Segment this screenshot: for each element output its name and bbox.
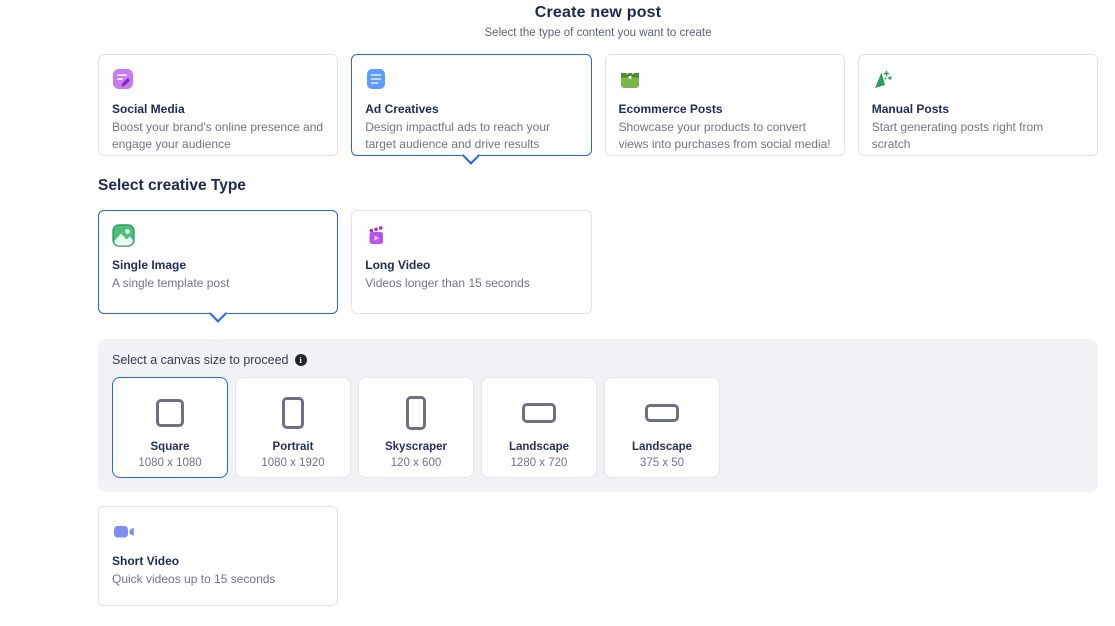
card-title: Long Video: [365, 258, 577, 272]
canvas-size-label: Select a canvas size to proceed: [112, 353, 289, 367]
card-title: Ad Creatives: [365, 102, 577, 116]
square-shape-icon: [156, 391, 184, 435]
card-description: Videos longer than 15 seconds: [365, 275, 577, 292]
card-description: A single template post: [112, 275, 324, 292]
clapperboard-icon: [365, 223, 577, 247]
size-dimensions: 375 x 50: [640, 457, 684, 469]
card-description: Start generating posts right from scratc…: [872, 119, 1084, 153]
creative-type-row: Single Image A single template post Long…: [98, 210, 1098, 314]
portrait-shape-icon: [282, 391, 304, 435]
creative-type-heading: Select creative Type: [98, 177, 1098, 195]
card-single-image[interactable]: Single Image A single template post: [98, 210, 338, 314]
magic-wand-icon: [872, 67, 1084, 91]
card-title: Ecommerce Posts: [619, 102, 831, 116]
size-dimensions: 1280 x 720: [511, 457, 568, 469]
size-dimensions: 1080 x 1080: [138, 457, 201, 469]
note-pencil-icon: [112, 67, 324, 91]
image-icon: [112, 223, 324, 247]
card-social-media[interactable]: Social Media Boost your brand's online p…: [98, 54, 338, 156]
ad-document-icon: [365, 67, 577, 91]
size-card-skyscraper[interactable]: Skyscraper 120 x 600: [358, 377, 474, 478]
canvas-size-panel: Select a canvas size to proceed i Square…: [98, 339, 1098, 492]
card-description: Showcase your products to convert views …: [619, 119, 831, 153]
create-post-page: Create new post Select the type of conte…: [98, 0, 1098, 606]
size-card-landscape-1280[interactable]: Landscape 1280 x 720: [481, 377, 597, 478]
card-description: Boost your brand's online presence and e…: [112, 119, 324, 153]
card-description: Design impactful ads to reach your targe…: [365, 119, 577, 153]
canvas-size-label-row: Select a canvas size to proceed i: [112, 353, 1084, 367]
size-card-portrait[interactable]: Portrait 1080 x 1920: [235, 377, 351, 478]
card-title: Single Image: [112, 258, 324, 272]
canvas-size-row: Square 1080 x 1080 Portrait 1080 x 1920 …: [112, 377, 1084, 478]
size-dimensions: 120 x 600: [391, 457, 442, 469]
size-name: Portrait: [273, 441, 314, 453]
shopping-bag-icon: [619, 67, 831, 91]
short-video-row: Short Video Quick videos up to 15 second…: [98, 506, 1098, 606]
card-title: Social Media: [112, 102, 324, 116]
card-title: Short Video: [112, 554, 324, 568]
page-subtitle: Select the type of content you want to c…: [98, 27, 1098, 39]
size-name: Square: [151, 441, 190, 453]
page-title: Create new post: [98, 4, 1098, 22]
landscape-small-shape-icon: [645, 391, 679, 435]
info-icon[interactable]: i: [295, 354, 307, 366]
card-long-video[interactable]: Long Video Videos longer than 15 seconds: [351, 210, 591, 314]
skyscraper-shape-icon: [406, 391, 426, 435]
card-description: Quick videos up to 15 seconds: [112, 571, 324, 588]
size-card-landscape-375[interactable]: Landscape 375 x 50: [604, 377, 720, 478]
video-camera-icon: [112, 519, 324, 543]
card-short-video[interactable]: Short Video Quick videos up to 15 second…: [98, 506, 338, 606]
card-title: Manual Posts: [872, 102, 1084, 116]
size-card-square[interactable]: Square 1080 x 1080: [112, 377, 228, 478]
landscape-shape-icon: [522, 391, 556, 435]
card-ad-creatives[interactable]: Ad Creatives Design impactful ads to rea…: [351, 54, 591, 156]
size-dimensions: 1080 x 1920: [261, 457, 324, 469]
page-header: Create new post Select the type of conte…: [98, 0, 1098, 39]
content-type-row: Social Media Boost your brand's online p…: [98, 54, 1098, 156]
size-name: Skyscraper: [385, 441, 447, 453]
size-name: Landscape: [509, 441, 569, 453]
card-ecommerce-posts[interactable]: Ecommerce Posts Showcase your products t…: [605, 54, 845, 156]
size-name: Landscape: [632, 441, 692, 453]
card-manual-posts[interactable]: Manual Posts Start generating posts righ…: [858, 54, 1098, 156]
